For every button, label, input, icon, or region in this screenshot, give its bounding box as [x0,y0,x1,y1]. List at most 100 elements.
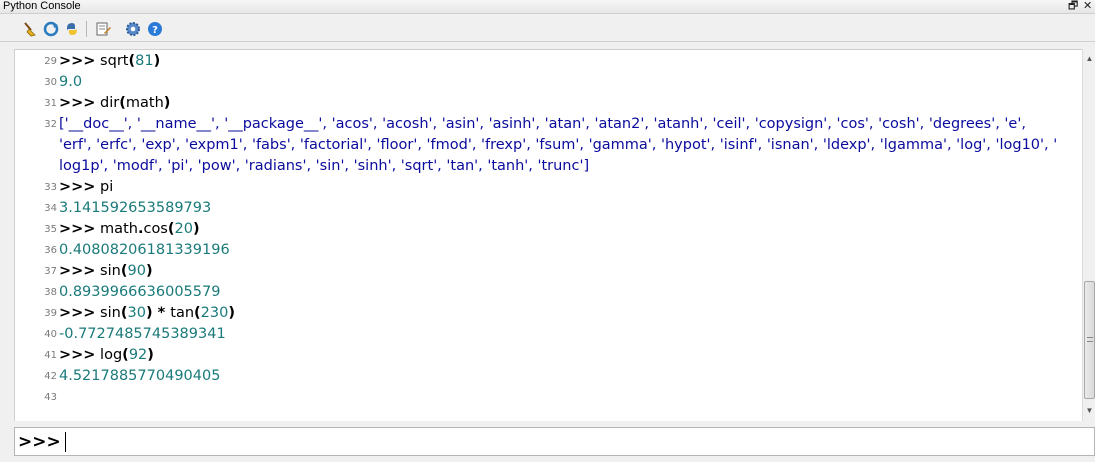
code-token: sin [95,305,121,321]
code-token: 30 [127,305,146,321]
console-line: 41 >>> log(92) [15,345,1081,366]
clear-console-icon[interactable] [22,21,38,37]
code-token: 92 [128,347,148,363]
console-line: 33 >>> pi [15,177,1081,198]
code-token: tan [170,305,195,321]
line-number: 38 [44,287,57,298]
code-token: cos [143,221,168,237]
line-number: 43 [44,392,57,403]
code-token: ( [167,221,175,237]
line-number: 34 [44,203,57,214]
console-line: 39 >>> sin(30) * tan(230) [15,303,1081,324]
output-text: ['__doc__', '__name__', '__package__', '… [59,116,1026,132]
console-toolbar: ? [0,15,1095,42]
prompt-marker: >>> [59,347,96,363]
scrollbar-thumb[interactable] [1084,281,1095,399]
prompt-marker: >>> [59,305,96,321]
text-cursor [65,432,66,452]
code-token: * [152,305,171,321]
console-title-bar: Python Console 🗗 ✕ [0,0,1095,14]
help-icon[interactable]: ? [147,21,163,37]
line-number: 40 [44,329,57,340]
console-line: 31 >>> dir(math) [15,93,1081,114]
console-line: 32 ['__doc__', '__name__', '__package__',… [15,114,1081,177]
console-line: 38 0.8939966636005579 [15,282,1081,303]
restore-icon[interactable]: 🗗 [1068,0,1078,13]
line-number: 29 [44,56,57,67]
prompt-marker: >>> [59,53,96,69]
line-number: 39 [44,308,57,319]
input-prompt: >>> [18,432,61,452]
command-text: >>> sin(90) [59,261,153,282]
console-line: 35 >>> math.cos(20) [15,219,1081,240]
prompt-marker: >>> [59,95,96,111]
console-line: 43 [15,387,1081,408]
code-token: sin [95,263,121,279]
code-token: ( [119,95,126,111]
grip-icon [1087,337,1093,342]
code-token: ) [147,347,154,363]
line-number: 33 [44,182,57,193]
line-number: 36 [44,245,57,256]
line-number: 41 [44,350,57,361]
code-token: 81 [135,53,154,69]
output-text: 0.40808206181339196 [59,242,230,258]
editor-icon[interactable] [95,21,111,37]
prompt-marker: >>> [59,179,96,195]
python-icon[interactable] [64,21,80,37]
code-token: ) [145,263,153,279]
command-text: >>> sqrt(81) [59,51,160,72]
line-number: 37 [44,266,57,277]
console-output[interactable]: 29 >>> sqrt(81) 30 9.0 31 >>> dir(math) 32 ['__… [14,49,1082,421]
output-text: -0.7727485745389341 [59,326,226,342]
run-script-icon[interactable] [43,21,59,37]
output-text: 4.5217885770490405 [59,368,221,384]
code-token: dir [95,95,120,111]
line-number: 32 [44,119,57,130]
settings-icon[interactable] [125,21,141,37]
line-number: 30 [44,77,57,88]
close-icon[interactable]: ✕ [1083,0,1092,13]
command-text: >>> sin(30) * tan(230) [59,303,235,324]
output-text: 0.8939966636005579 [59,284,221,300]
console-line: 42 4.5217885770490405 [15,366,1081,387]
code-token: 90 [127,263,146,279]
scroll-up-icon[interactable]: ▲ [1085,54,1094,63]
scroll-down-icon[interactable]: ▼ [1085,406,1094,415]
code-token: sqrt [95,53,129,69]
code-token: ) [145,305,153,321]
code-token: ) [153,53,161,69]
code-token: 230 [200,305,229,321]
svg-text:?: ? [152,25,158,36]
console-input[interactable]: >>> [14,427,1095,456]
command-text: >>> dir(math) [59,93,170,114]
code-token: ) [228,305,235,321]
command-text: >>> math.cos(20) [59,219,200,240]
output-text: log1p', 'modf', 'pi', 'pow', 'radians', … [59,158,590,174]
code-token: pi [95,179,114,195]
console-line: 40 -0.7727485745389341 [15,324,1081,345]
code-token: math [125,95,164,111]
prompt-marker: >>> [59,221,96,237]
line-number: 31 [44,98,57,109]
console-line: 36 0.40808206181339196 [15,240,1081,261]
code-token: 20 [174,221,193,237]
code-token: ( [194,305,201,321]
console-line: 30 9.0 [15,72,1081,93]
console-line: 37 >>> sin(90) [15,261,1081,282]
toolbar-separator [86,21,87,37]
vertical-scrollbar[interactable]: ▲ ▼ [1082,49,1095,421]
code-token: math [95,221,138,237]
code-token: ) [163,95,171,111]
output-text: 9.0 [59,74,83,90]
console-line: 34 3.141592653589793 [15,198,1081,219]
prompt-marker: >>> [59,263,96,279]
output-text: 3.141592653589793 [59,200,212,216]
code-token: ) [192,221,200,237]
code-token: log [95,347,123,363]
window-title: Python Console [3,0,81,12]
line-number: 35 [44,224,57,235]
code-token: ( [122,347,129,363]
console-line: 29 >>> sqrt(81) [15,51,1081,72]
line-number: 42 [44,371,57,382]
